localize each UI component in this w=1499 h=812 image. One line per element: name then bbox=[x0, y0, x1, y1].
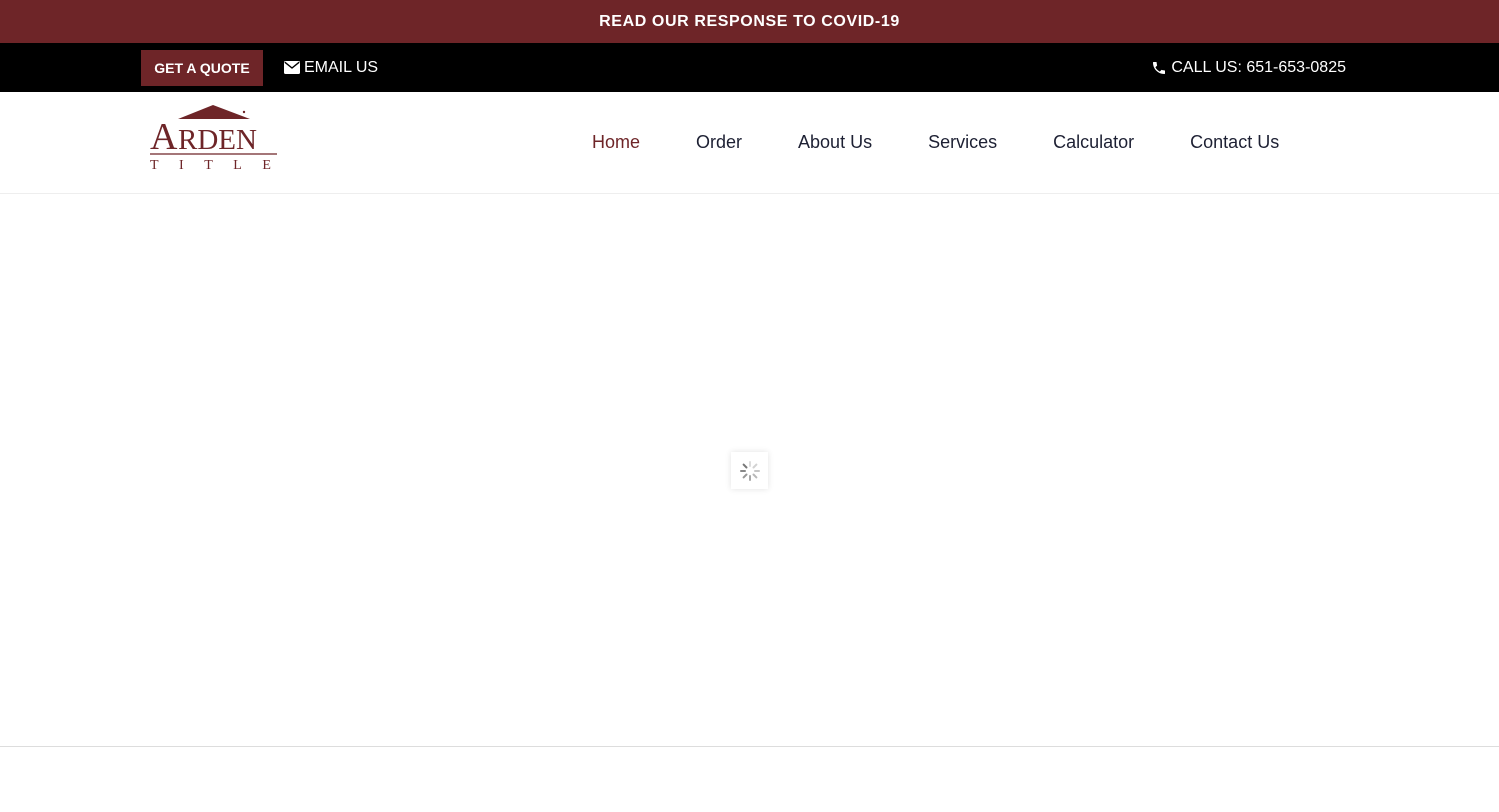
nav-item-contact-us[interactable]: Contact Us bbox=[1190, 132, 1279, 153]
nav-item-home[interactable]: Home bbox=[592, 132, 640, 153]
svg-text:RDEN: RDEN bbox=[178, 124, 257, 156]
get-a-quote-label: GET A QUOTE bbox=[154, 60, 250, 76]
get-a-quote-button[interactable]: GET A QUOTE bbox=[141, 50, 263, 86]
nav-item-about-us[interactable]: About Us bbox=[798, 132, 872, 153]
site-header: A RDEN TITLE Home Order About Us Service… bbox=[0, 92, 1499, 194]
nav-item-calculator[interactable]: Calculator bbox=[1053, 132, 1134, 153]
email-us-label: EMAIL US bbox=[304, 58, 379, 76]
call-us-label: CALL US: 651-653-0825 bbox=[1171, 58, 1346, 76]
top-contact-bar: GET A QUOTE EMAIL US CALL US: 651-653-08… bbox=[0, 43, 1499, 92]
covid-response-banner[interactable]: READ OUR RESPONSE TO COVID-19 bbox=[0, 0, 1499, 43]
arden-title-logo[interactable]: A RDEN TITLE bbox=[148, 104, 280, 173]
spinner-icon bbox=[739, 460, 760, 481]
content-divider bbox=[0, 746, 1499, 747]
call-us-link[interactable]: CALL US: 651-653-0825 bbox=[1151, 43, 1346, 92]
arden-title-logo-graphic: A RDEN TITLE bbox=[150, 105, 280, 173]
nav-item-order[interactable]: Order bbox=[696, 132, 742, 153]
page-loader bbox=[731, 452, 768, 489]
svg-text:TITLE: TITLE bbox=[150, 158, 280, 172]
phone-icon bbox=[1153, 61, 1166, 74]
email-us-link[interactable]: EMAIL US bbox=[284, 43, 378, 92]
covid-response-link[interactable]: READ OUR RESPONSE TO COVID-19 bbox=[599, 13, 900, 31]
envelope-icon bbox=[284, 61, 300, 74]
svg-text:A: A bbox=[150, 116, 178, 158]
nav-item-services[interactable]: Services bbox=[928, 132, 997, 153]
main-nav: Home Order About Us Services Calculator … bbox=[592, 92, 1279, 192]
